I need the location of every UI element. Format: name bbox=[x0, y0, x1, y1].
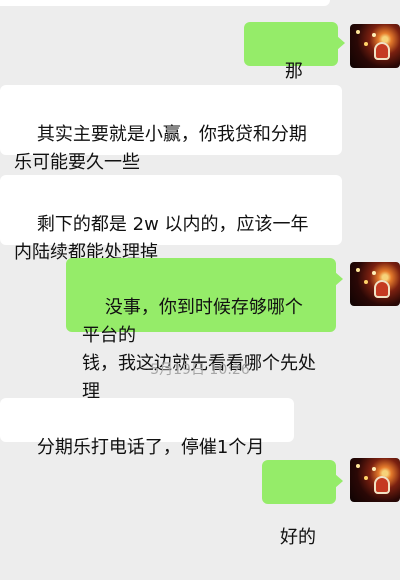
message-bubble-incoming[interactable]: 分期乐打电话了，停催1个月 bbox=[0, 398, 294, 458]
avatar-figure bbox=[374, 476, 390, 494]
avatar-figure bbox=[374, 280, 390, 298]
message-bubble-outgoing[interactable]: 没事，你到时候存够哪个平台的 钱，我这边就先看看哪个先处理 bbox=[66, 258, 343, 402]
user-avatar[interactable] bbox=[350, 458, 400, 502]
message-bubble-incoming[interactable]: 其实主要就是小赢，你我贷和分期 乐可能要久一些 bbox=[0, 85, 342, 173]
avatar-spark bbox=[356, 464, 360, 468]
message-bubble-outgoing[interactable]: 好的 bbox=[262, 460, 343, 548]
previous-message-bubble-edge bbox=[0, 0, 330, 6]
avatar-spark bbox=[356, 30, 360, 34]
user-avatar[interactable] bbox=[350, 24, 400, 68]
message-timestamp: 5月19日 10:26 bbox=[150, 362, 250, 378]
chat-area: 那可以 其实主要就是小赢，你我贷和分期 乐可能要久一些 剩下的都是 2w 以内的… bbox=[0, 0, 400, 548]
message-text: 其实主要就是小赢，你我贷和分期 乐可能要久一些 bbox=[14, 124, 307, 173]
avatar-figure bbox=[374, 42, 390, 60]
user-avatar[interactable] bbox=[350, 262, 400, 306]
message-text: 剩下的都是 2w 以内的，应该一年 内陆续都能处理掉 bbox=[14, 214, 309, 263]
avatar-spark bbox=[356, 268, 360, 272]
message-text: 好的 bbox=[280, 527, 316, 548]
message-text: 分期乐打电话了，停催1个月 bbox=[36, 437, 265, 458]
message-bubble-incoming[interactable]: 剩下的都是 2w 以内的，应该一年 内陆续都能处理掉 bbox=[0, 175, 342, 263]
message-text: 没事，你到时候存够哪个平台的 钱，我这边就先看看哪个先处理 bbox=[82, 297, 316, 402]
message-bubble-outgoing[interactable]: 那可以 bbox=[244, 22, 345, 110]
